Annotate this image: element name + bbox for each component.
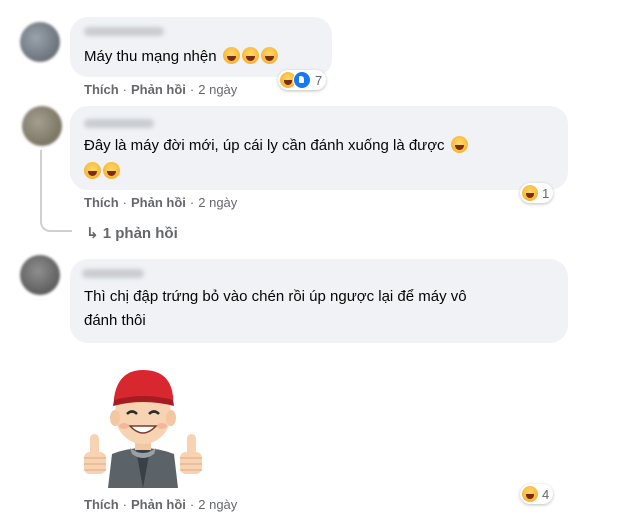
like-button[interactable]: Thích [84, 195, 119, 210]
comment-text: Đây là máy đời mới, úp cái ly cần đánh x… [84, 136, 554, 182]
comment-timestamp[interactable]: 2 ngày [198, 195, 237, 210]
view-replies-link[interactable]: ↳ 1 phản hồi [86, 224, 178, 242]
commenter-name-blurred[interactable] [84, 119, 154, 128]
view-replies-label: 1 phản hồi [102, 225, 178, 242]
reaction-count: 1 [542, 185, 550, 201]
comment-text-line: Thì chị đập trứng bỏ vào chén rồi úp ngư… [84, 288, 467, 305]
haha-reaction-icon [522, 185, 538, 201]
commenter-avatar[interactable] [20, 255, 60, 295]
comment-text-content: Máy thu mạng nhện [84, 48, 217, 65]
comment-text-content: Đây là máy đời mới, úp cái ly cần đánh x… [84, 137, 445, 154]
commenter-name-blurred[interactable] [82, 269, 144, 278]
reaction-summary[interactable]: 7 [278, 70, 327, 90]
reply-button[interactable]: Phản hồi [131, 195, 186, 210]
tongue-emoji-icon [450, 136, 468, 153]
commenter-avatar[interactable] [22, 106, 62, 146]
reply-thread-line [40, 150, 72, 232]
like-button[interactable]: Thích [84, 497, 119, 512]
reaction-summary[interactable]: 4 [520, 484, 554, 504]
rolling-laughing-emoji-icon [260, 47, 278, 64]
like-button[interactable]: Thích [84, 82, 119, 97]
like-reaction-icon [293, 71, 311, 89]
rolling-laughing-emoji-icon [241, 47, 259, 64]
comment-text-line: đánh thôi [84, 312, 146, 329]
commenter-avatar[interactable] [20, 22, 60, 62]
rolling-laughing-emoji-icon [222, 47, 240, 64]
reaction-count: 7 [315, 72, 323, 88]
comment-actions: Thích · Phản hồi · 2 ngày [84, 82, 238, 97]
thumbs-up-boy-sticker [84, 370, 202, 488]
reaction-count: 4 [542, 486, 550, 502]
reply-button[interactable]: Phản hồi [131, 82, 186, 97]
tongue-emoji-icon [103, 162, 120, 179]
comment-bubble: Thì chị đập trứng bỏ vào chén rồi úp ngư… [70, 259, 568, 343]
reply-arrow-icon: ↳ [86, 225, 99, 242]
reaction-summary[interactable]: 1 [520, 183, 554, 203]
tongue-emoji-icon [84, 162, 101, 179]
comment-bubble: Máy thu mạng nhện [70, 17, 332, 77]
comment-bubble: Đây là máy đời mới, úp cái ly cần đánh x… [70, 106, 568, 190]
comment-text: Thì chị đập trứng bỏ vào chén rồi úp ngư… [84, 287, 564, 331]
commenter-name-blurred[interactable] [84, 27, 164, 36]
comment-timestamp[interactable]: 2 ngày [198, 497, 237, 512]
comment-actions: Thích · Phản hồi · 2 ngày [84, 195, 238, 210]
reply-button[interactable]: Phản hồi [131, 497, 186, 512]
comment-text: Máy thu mạng nhện [84, 47, 278, 67]
comment-timestamp[interactable]: 2 ngày [198, 82, 237, 97]
comment-actions: Thích · Phản hồi · 2 ngày [84, 497, 238, 512]
haha-reaction-icon [522, 486, 538, 502]
